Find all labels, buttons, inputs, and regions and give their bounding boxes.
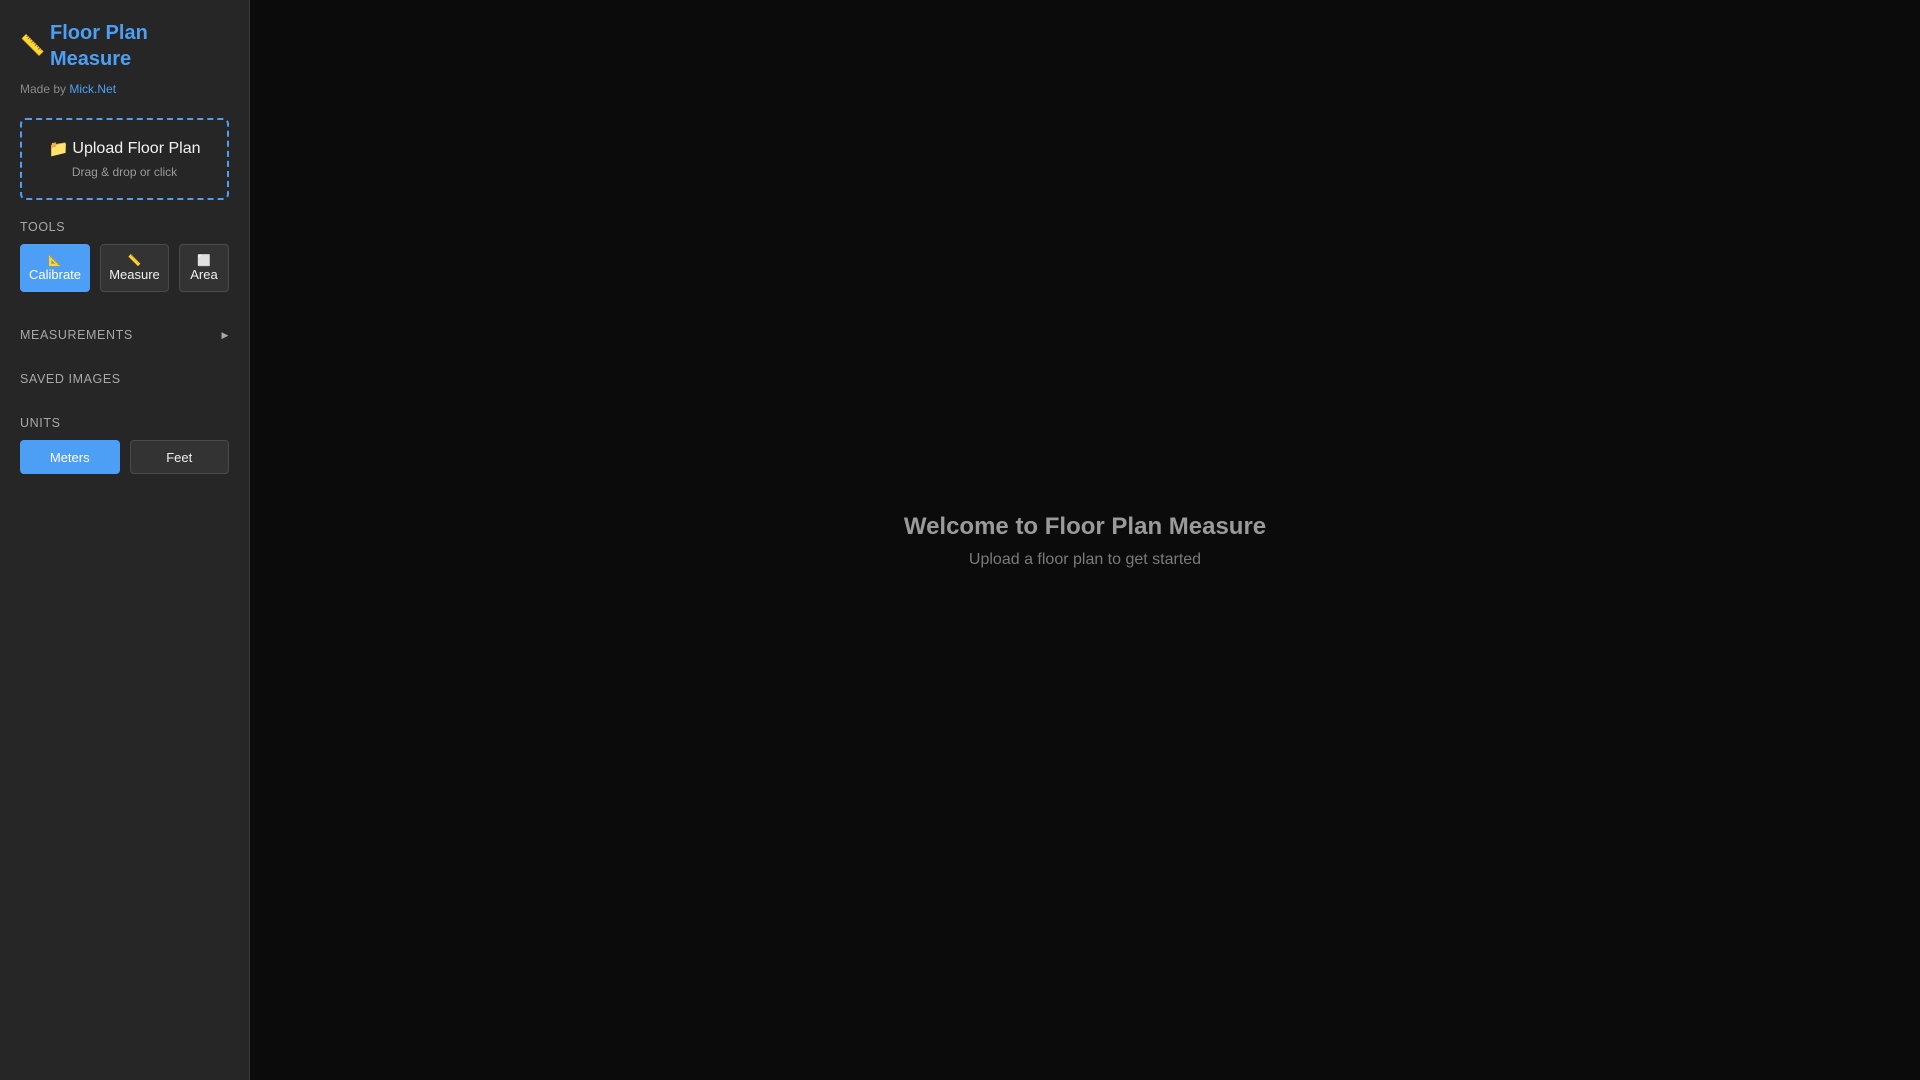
- saved-images-label: SAVED IMAGES: [20, 372, 121, 386]
- calibrate-label: Calibrate: [28, 266, 82, 282]
- meters-button[interactable]: Meters: [20, 440, 120, 474]
- measurements-toggle[interactable]: MEASUREMENTS ▶: [20, 328, 229, 342]
- area-button[interactable]: ⬜ Area: [179, 244, 229, 292]
- brand: 📏 Floor Plan Measure: [20, 20, 229, 72]
- feet-button[interactable]: Feet: [129, 440, 229, 474]
- welcome-title: Welcome to Floor Plan Measure: [903, 513, 1267, 540]
- triangle-ruler-icon: 📐: [48, 254, 62, 267]
- measure-button[interactable]: 📏 Measure: [100, 244, 169, 292]
- app-title: Floor Plan Measure: [50, 22, 148, 70]
- made-by-prefix: Made by: [20, 82, 67, 96]
- tools-label: TOOLS: [20, 220, 66, 234]
- upload-subtitle: Drag & drop or click: [71, 165, 178, 179]
- measure-label: Measure: [109, 266, 160, 282]
- made-by-link[interactable]: Mick.Net: [69, 82, 116, 96]
- folder-icon: 📁: [48, 141, 69, 158]
- ruler-icon: 📏: [20, 35, 45, 57]
- upload-title: 📁 Upload Floor Plan: [49, 139, 201, 159]
- canvas-area[interactable]: Welcome to Floor Plan Measure Upload a f…: [250, 0, 1920, 1080]
- square-icon: ⬜: [197, 254, 211, 267]
- made-by: Made by Mick.Net: [20, 82, 229, 96]
- upload-title-text: Upload Floor Plan: [72, 140, 201, 157]
- ruler-icon: 📏: [127, 254, 142, 267]
- calibrate-button[interactable]: 📐 Calibrate: [20, 244, 90, 292]
- welcome-subtitle: Upload a floor plan to get started: [968, 551, 1202, 568]
- tools-group: 📐 Calibrate 📏 Measure ⬜ Area: [20, 244, 229, 292]
- expand-arrow-icon: ▶: [221, 329, 229, 340]
- units-group: Meters Feet: [20, 440, 229, 474]
- upload-dropzone[interactable]: 📁 Upload Floor Plan Drag & drop or click: [20, 118, 229, 200]
- sidebar: 📏 Floor Plan Measure Made by Mick.Net 📁 …: [0, 0, 250, 1080]
- welcome-message: Welcome to Floor Plan Measure Upload a f…: [904, 513, 1266, 569]
- app-root: 📏 Floor Plan Measure Made by Mick.Net 📁 …: [0, 0, 1920, 1080]
- area-label: Area: [190, 266, 218, 282]
- measurements-label: MEASUREMENTS: [20, 328, 133, 342]
- units-label: UNITS: [20, 416, 61, 430]
